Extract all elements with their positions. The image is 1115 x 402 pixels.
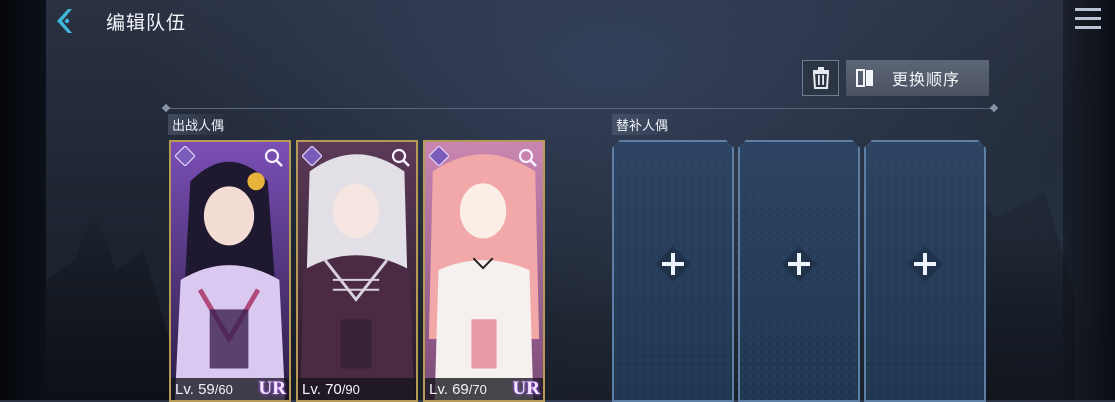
level-max: /90 <box>341 381 360 397</box>
divider-endpoint <box>989 103 999 113</box>
back-button[interactable] <box>50 6 80 36</box>
level-max: /60 <box>214 381 233 397</box>
reserve-slot-2[interactable] <box>738 140 860 402</box>
reserve-section-label: 替补人偶 <box>612 114 675 135</box>
level-bar: Lv. 70/90 <box>298 378 416 400</box>
rarity-badge: UR <box>258 378 286 399</box>
page-title: 编辑队伍 <box>106 12 187 34</box>
character-portrait-3 <box>425 142 543 400</box>
reorder-icon <box>856 69 873 87</box>
level-value: Lv. 59 <box>175 380 215 398</box>
plus-icon <box>653 244 693 284</box>
reorder-button[interactable]: 更换顺序 <box>846 60 989 96</box>
section-divider <box>166 108 994 109</box>
delete-team-button[interactable] <box>802 60 839 96</box>
menu-line <box>1075 17 1101 20</box>
divider-endpoint <box>161 103 171 113</box>
menu-button[interactable] <box>1075 8 1101 30</box>
rank-diamond-icon <box>175 146 195 166</box>
level-value: Lv. 69 <box>429 380 469 398</box>
back-chevron-icon <box>57 9 72 33</box>
magnifier-icon[interactable] <box>518 148 538 168</box>
rank-diamond-icon <box>429 146 449 166</box>
character-portrait-2 <box>298 142 416 400</box>
character-portrait-1 <box>171 142 289 400</box>
character-card-3[interactable]: Lv. 69/70 UR <box>423 140 545 402</box>
left-edge-shadow <box>0 0 46 400</box>
active-section-label: 出战人偶 <box>168 114 231 135</box>
level-text: Lv. 59/60 <box>175 381 233 398</box>
rank-diamond-icon <box>302 146 322 166</box>
level-max: /70 <box>468 381 487 397</box>
menu-line <box>1075 26 1101 29</box>
level-text: Lv. 70/90 <box>302 381 360 398</box>
reserve-slot-1[interactable] <box>612 140 734 402</box>
character-card-1[interactable]: Lv. 59/60 UR <box>169 140 291 402</box>
trash-icon <box>812 67 829 89</box>
level-value: Lv. 70 <box>302 380 342 398</box>
rarity-badge: UR <box>512 378 540 399</box>
magnifier-icon[interactable] <box>264 148 284 168</box>
plus-icon <box>905 244 945 284</box>
magnifier-icon[interactable] <box>391 148 411 168</box>
plus-icon <box>779 244 819 284</box>
hamburger-menu-icon <box>1075 8 1101 11</box>
level-text: Lv. 69/70 <box>429 381 487 398</box>
background-castle-silhouette <box>46 210 186 400</box>
reserve-slot-3[interactable] <box>864 140 986 402</box>
character-card-2[interactable]: Lv. 70/90 <box>296 140 418 402</box>
reorder-label: 更换顺序 <box>892 70 961 89</box>
